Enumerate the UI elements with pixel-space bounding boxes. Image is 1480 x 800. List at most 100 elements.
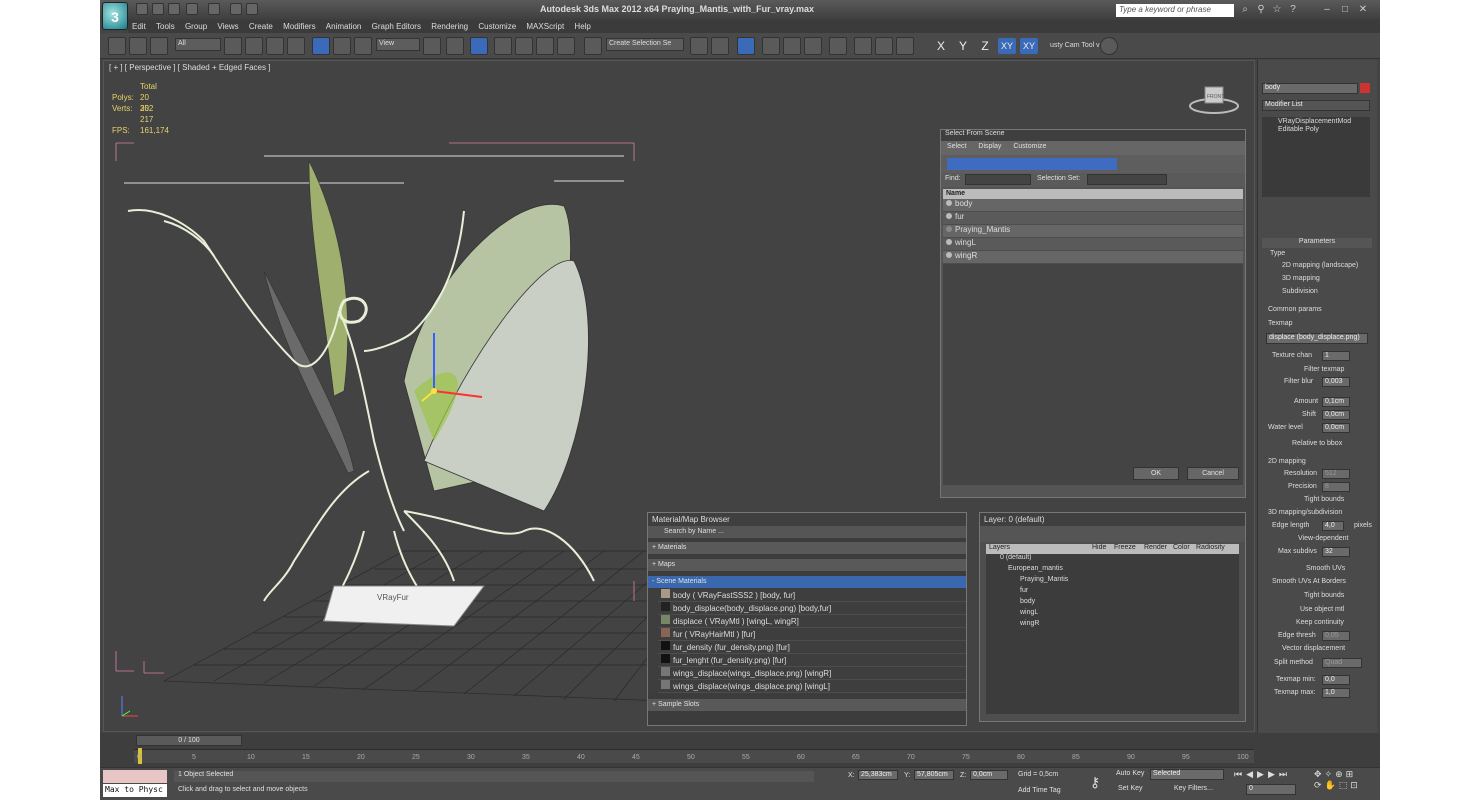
menu-modifiers[interactable]: Modifiers bbox=[279, 20, 319, 33]
col-radiosity[interactable]: Radiosity bbox=[1196, 544, 1225, 551]
list-item[interactable]: wingL bbox=[943, 238, 1243, 251]
set-key-button[interactable]: Set Key bbox=[1118, 785, 1143, 792]
material-item[interactable]: fur_density (fur_density.png) [fur] bbox=[658, 641, 966, 654]
rendered-frame-icon[interactable] bbox=[875, 37, 893, 55]
curve-editor-icon[interactable] bbox=[783, 37, 801, 55]
current-frame-input[interactable]: 0 bbox=[1246, 784, 1296, 795]
texmap-button[interactable]: displace (body_displace.png) bbox=[1266, 333, 1368, 344]
x-coord-input[interactable]: 25,383cm bbox=[858, 770, 898, 780]
mirror-icon[interactable] bbox=[690, 37, 708, 55]
info-center-icon[interactable]: ⚲ bbox=[1254, 3, 1268, 16]
render-setup-icon[interactable] bbox=[854, 37, 872, 55]
texmap-max-spinner[interactable]: 1,0 bbox=[1322, 688, 1350, 698]
material-item[interactable]: wings_displace(wings_displace.png) [wing… bbox=[658, 680, 966, 693]
amount-spinner[interactable]: 0,1cm bbox=[1322, 397, 1350, 407]
col-layers[interactable]: Layers bbox=[989, 544, 1010, 551]
find-input[interactable] bbox=[965, 174, 1031, 185]
maps-section[interactable]: + Maps bbox=[648, 559, 966, 571]
material-item[interactable]: body ( VRayFastSSS2 ) [body, fur] bbox=[658, 589, 966, 602]
edge-length-spinner[interactable]: 4,0 bbox=[1322, 521, 1344, 531]
close-button[interactable]: ✕ bbox=[1356, 3, 1370, 16]
type-2d-option[interactable]: 2D mapping (landscape) bbox=[1282, 262, 1358, 269]
window-crossing-icon[interactable] bbox=[287, 37, 305, 55]
maxscript-mini-input[interactable]: Max to Physc bbox=[103, 784, 167, 797]
axis-xy-button[interactable]: XY bbox=[998, 38, 1016, 54]
bind-spacewarp-icon[interactable] bbox=[150, 37, 168, 55]
rotate-icon[interactable] bbox=[333, 37, 351, 55]
render-production-icon[interactable] bbox=[896, 37, 914, 55]
layer-row[interactable]: wingL bbox=[986, 609, 1239, 620]
material-item[interactable]: fur ( VRayHairMtl ) [fur] bbox=[658, 628, 966, 641]
modifier-list-dropdown[interactable]: Modifier List bbox=[1262, 100, 1370, 111]
rect-selection-icon[interactable] bbox=[266, 37, 284, 55]
perspective-viewport[interactable]: [ + ] [ Perspective ] [ Shaded + Edged F… bbox=[103, 60, 1255, 732]
tab-display[interactable]: Display bbox=[978, 143, 1001, 150]
axis-y-button[interactable]: Y bbox=[954, 38, 972, 54]
layer-manager-icon[interactable] bbox=[737, 37, 755, 55]
stack-item[interactable]: VRayDisplacementMod bbox=[1262, 117, 1370, 125]
ok-button[interactable]: OK bbox=[1133, 467, 1179, 480]
dusty-cam-tool-label[interactable]: usty Cam Tool v bbox=[1050, 42, 1100, 49]
new-file-icon[interactable] bbox=[136, 3, 148, 15]
scene-materials-section[interactable]: - Scene Materials bbox=[648, 576, 966, 588]
type-subdivision-option[interactable]: Subdivision bbox=[1282, 288, 1318, 295]
graphite-ribbon-icon[interactable] bbox=[762, 37, 780, 55]
percent-snap-icon[interactable] bbox=[536, 37, 554, 55]
material-item[interactable]: fur_lenght (fur_density.png) [fur] bbox=[658, 654, 966, 667]
layer-row[interactable]: body bbox=[986, 598, 1239, 609]
menu-graph-editors[interactable]: Graph Editors bbox=[368, 20, 425, 33]
materials-section[interactable]: + Materials bbox=[648, 542, 966, 554]
viewcube[interactable]: FRONT bbox=[1189, 86, 1239, 114]
material-item[interactable]: body_displace(body_displace.png) [body,f… bbox=[658, 602, 966, 615]
edit-named-sel-icon[interactable] bbox=[584, 37, 602, 55]
list-item[interactable]: fur bbox=[943, 212, 1243, 225]
texmap-min-spinner[interactable]: 0,0 bbox=[1322, 675, 1350, 685]
redo-icon[interactable] bbox=[208, 3, 220, 15]
unlink-icon[interactable] bbox=[129, 37, 147, 55]
app-logo-icon[interactable]: 3 bbox=[102, 2, 128, 30]
sample-slots-section[interactable]: + Sample Slots bbox=[648, 699, 966, 711]
type-3d-option[interactable]: 3D mapping bbox=[1282, 275, 1320, 282]
list-item[interactable]: wingR bbox=[943, 251, 1243, 264]
save-file-icon[interactable] bbox=[168, 3, 180, 15]
command-panel-tabs[interactable] bbox=[1258, 60, 1377, 76]
favorites-icon[interactable]: ☆ bbox=[1270, 3, 1284, 16]
search-icon[interactable]: ⌕ bbox=[1238, 3, 1252, 16]
scale-icon[interactable] bbox=[354, 37, 372, 55]
selection-filter-dropdown[interactable]: All bbox=[175, 38, 221, 51]
track-bar[interactable]: 0 5 10 15 20 25 30 35 40 45 50 55 60 65 70 75 80 85 90 95 10… bbox=[134, 748, 1254, 764]
angle-snap-icon[interactable] bbox=[515, 37, 533, 55]
max-subdivs-spinner[interactable]: 32 bbox=[1322, 547, 1350, 557]
menu-group[interactable]: Group bbox=[181, 20, 211, 33]
col-render[interactable]: Render bbox=[1144, 544, 1167, 551]
menu-views[interactable]: Views bbox=[213, 20, 242, 33]
menu-tools[interactable]: Tools bbox=[152, 20, 179, 33]
menu-help[interactable]: Help bbox=[570, 20, 594, 33]
axis-z-button[interactable]: Z bbox=[976, 38, 994, 54]
keyboard-shortcut-icon[interactable] bbox=[470, 37, 488, 55]
layer-row[interactable]: wingR bbox=[986, 620, 1239, 631]
precision-spinner[interactable]: 8 bbox=[1322, 482, 1350, 492]
viewport-navigation-controls[interactable]: ✥✧⊕⊞ ⟳✋⬚⊡ bbox=[1314, 769, 1374, 797]
schematic-view-icon[interactable] bbox=[804, 37, 822, 55]
material-editor-icon[interactable] bbox=[829, 37, 847, 55]
project-folder-icon[interactable] bbox=[230, 3, 242, 15]
link-icon[interactable] bbox=[108, 37, 126, 55]
axis-x-button[interactable]: X bbox=[932, 38, 950, 54]
col-freeze[interactable]: Freeze bbox=[1114, 544, 1136, 551]
undo-icon[interactable] bbox=[186, 3, 198, 15]
snap-toggle-icon[interactable] bbox=[494, 37, 512, 55]
stack-item[interactable]: Editable Poly bbox=[1262, 125, 1370, 133]
minimize-button[interactable]: – bbox=[1320, 3, 1334, 16]
layer-row[interactable]: fur bbox=[986, 587, 1239, 598]
named-selection-dropdown[interactable]: Create Selection Se bbox=[606, 38, 684, 51]
water-level-spinner[interactable]: 0,0cm bbox=[1322, 423, 1350, 433]
key-filters-button[interactable]: Key Filters... bbox=[1174, 785, 1213, 792]
open-file-icon[interactable] bbox=[152, 3, 164, 15]
menu-maxscript[interactable]: MAXScript bbox=[522, 20, 568, 33]
maxscript-listener[interactable] bbox=[103, 770, 167, 783]
col-color[interactable]: Color bbox=[1173, 544, 1190, 551]
cancel-button[interactable]: Cancel bbox=[1187, 467, 1239, 480]
object-color-swatch[interactable] bbox=[1360, 83, 1370, 93]
pivot-center-icon[interactable] bbox=[423, 37, 441, 55]
